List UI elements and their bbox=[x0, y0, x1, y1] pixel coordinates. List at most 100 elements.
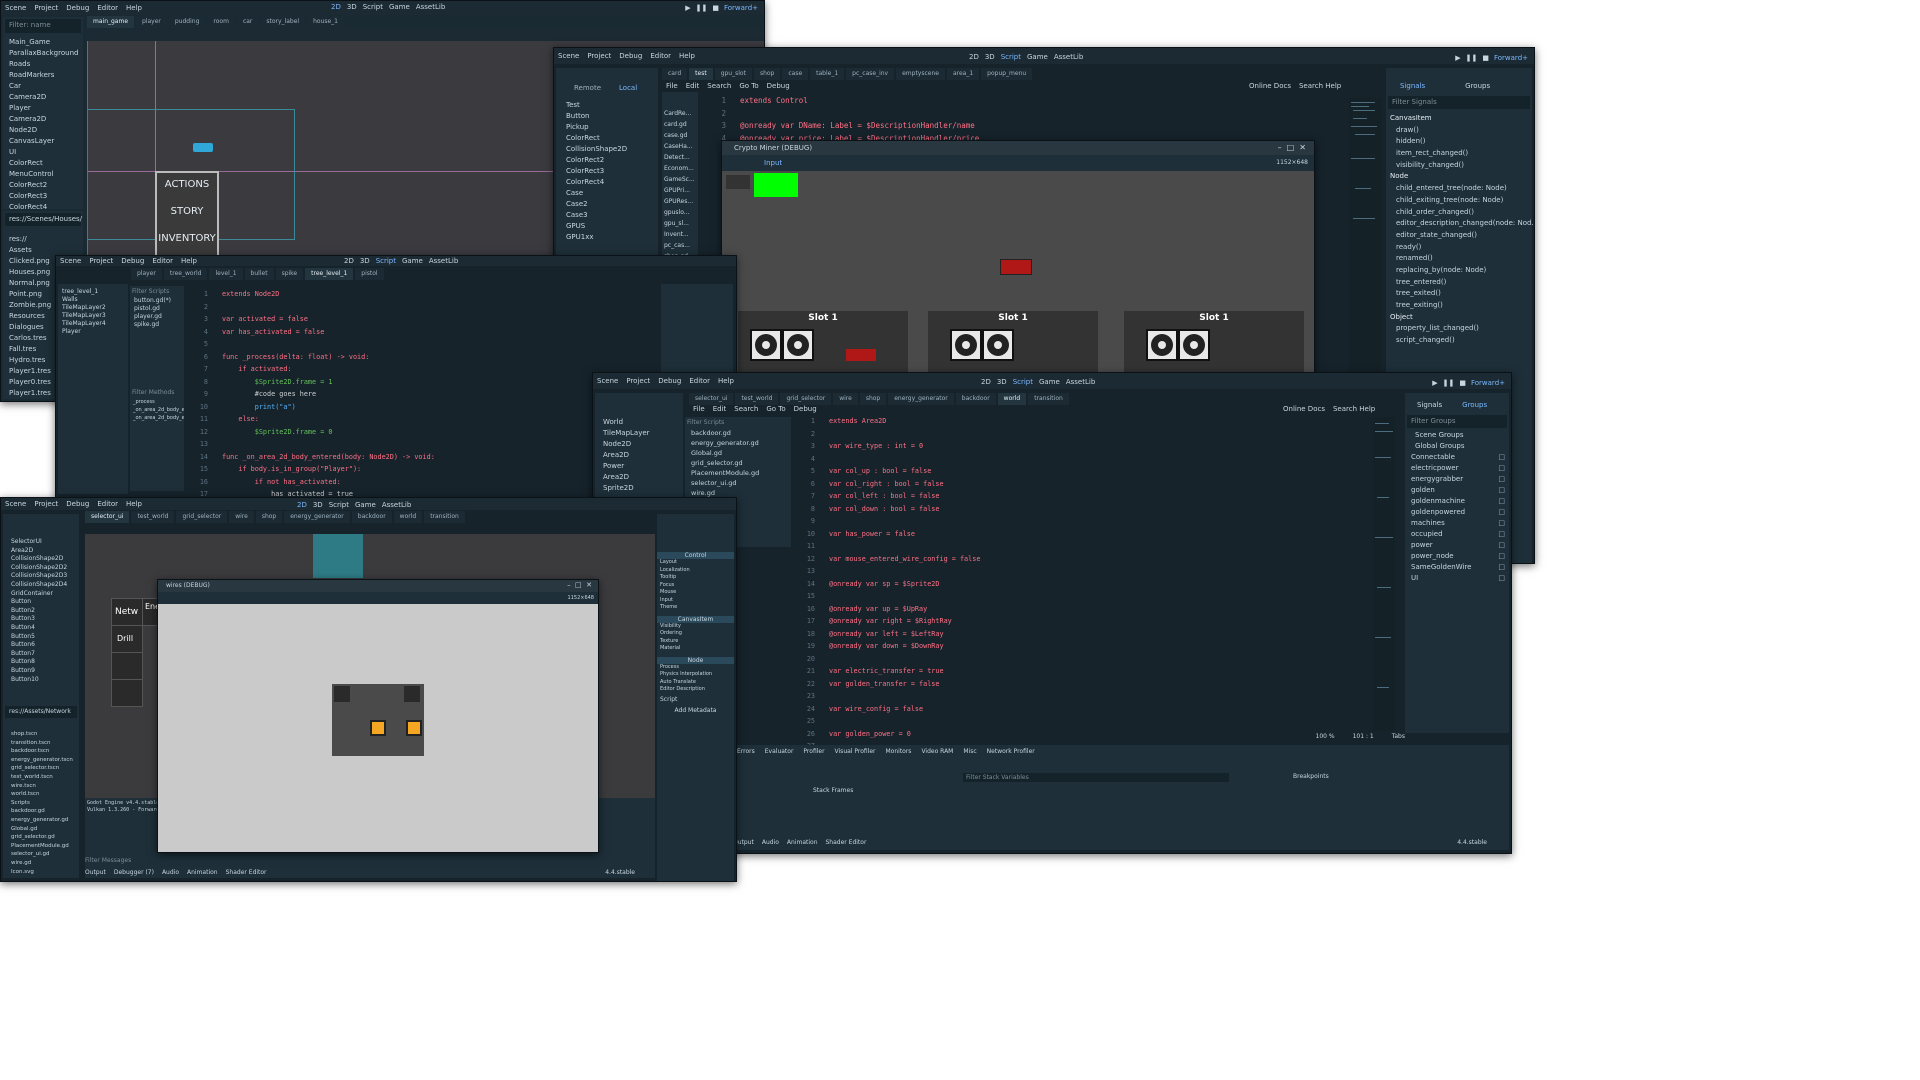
code-menu-item[interactable]: File bbox=[693, 405, 705, 413]
script-item[interactable]: card.gd bbox=[662, 119, 698, 130]
bottom-panel-tab[interactable]: Debugger (7) bbox=[114, 869, 154, 876]
file-item[interactable]: shop.tscn bbox=[3, 730, 79, 739]
code-text[interactable]: print("a") bbox=[222, 403, 296, 411]
scene-tree-item[interactable]: Pickup bbox=[556, 122, 658, 133]
scene-tree-item[interactable]: CollisionShape2D3 bbox=[3, 572, 79, 581]
scene-tree-item[interactable]: World bbox=[595, 417, 683, 428]
groups-tab[interactable]: Groups bbox=[1465, 82, 1490, 90]
method-item[interactable]: _process bbox=[130, 398, 184, 406]
scene-tab[interactable]: transition bbox=[1028, 393, 1069, 405]
remote-tab[interactable]: Remote bbox=[574, 84, 601, 92]
stack-variables-filter[interactable]: Filter Stack Variables bbox=[963, 773, 1229, 782]
code-menu-item[interactable]: Go To bbox=[766, 405, 785, 413]
scene-tab[interactable]: main_game bbox=[87, 16, 135, 28]
signal-item[interactable]: editor_description_changed(node: Nod... bbox=[1386, 218, 1534, 230]
group-item[interactable]: Connectable bbox=[1405, 452, 1509, 463]
script-item[interactable]: spike.gd bbox=[130, 321, 184, 329]
scene-tree-item[interactable]: CollisionShape2D bbox=[556, 144, 658, 155]
script-item[interactable]: player.gd bbox=[130, 313, 184, 321]
signal-item[interactable]: draw() bbox=[1386, 125, 1532, 137]
search-help-link[interactable]: Search Help bbox=[1333, 405, 1375, 413]
filter-scripts[interactable]: Filter Scripts bbox=[130, 286, 184, 297]
actions-label[interactable]: ACTIONS bbox=[157, 179, 217, 190]
workspace-assetlib[interactable]: AssetLib bbox=[1054, 53, 1083, 61]
script-item[interactable]: button.gd(*) bbox=[130, 297, 184, 305]
fs-path[interactable]: res://Scenes/Houses/ bbox=[5, 213, 82, 226]
script-item[interactable]: case.gd bbox=[662, 130, 698, 141]
scene-tree-item[interactable]: Walls bbox=[58, 296, 128, 304]
code-text[interactable]: @onready var right = $RightRay bbox=[829, 617, 952, 625]
scene-tab[interactable]: player bbox=[131, 268, 162, 280]
signal-item[interactable]: child_entered_tree(node: Node) bbox=[1386, 183, 1532, 195]
scene-tab[interactable]: room bbox=[207, 16, 235, 28]
scene-tree-item[interactable]: Button4 bbox=[3, 624, 79, 633]
global-groups-header[interactable]: Global Groups bbox=[1405, 441, 1509, 452]
scene-tab[interactable]: gpu_slot bbox=[714, 68, 752, 80]
group-item[interactable]: occupied bbox=[1405, 529, 1509, 540]
inspector-section[interactable]: Mouse bbox=[657, 589, 734, 597]
scene-tree-item[interactable]: CanvasLayer bbox=[3, 136, 83, 147]
workspace-script[interactable]: Script bbox=[376, 257, 396, 265]
code-menu-item[interactable]: Debug bbox=[767, 82, 790, 90]
menu-help[interactable]: Help bbox=[126, 500, 142, 508]
signals-filter[interactable]: Filter Signals bbox=[1388, 96, 1530, 109]
scene-tree-item[interactable]: TileMapLayer2 bbox=[58, 304, 128, 312]
code-text[interactable]: func _on_area_2d_body_entered(body: Node… bbox=[222, 453, 435, 461]
code-menu-item[interactable]: Go To bbox=[739, 82, 758, 90]
menu-help[interactable]: Help bbox=[718, 377, 734, 385]
scene-tree-item[interactable]: Button10 bbox=[3, 676, 79, 685]
signal-item[interactable]: visibility_changed() bbox=[1386, 160, 1532, 172]
script-item[interactable]: gpu_sl... bbox=[662, 218, 698, 229]
pause-icon[interactable]: ❚❚ bbox=[696, 4, 708, 12]
bottom-panel-tab[interactable]: Shader Editor bbox=[826, 839, 867, 846]
scene-groups-header[interactable]: Scene Groups bbox=[1405, 430, 1509, 441]
workspace-game[interactable]: Game bbox=[355, 501, 376, 509]
workspace-script[interactable]: Script bbox=[1001, 53, 1021, 61]
code-text[interactable]: extends Control bbox=[740, 96, 808, 105]
workspace-game[interactable]: Game bbox=[402, 257, 423, 265]
code-text[interactable]: var mouse_entered_wire_config = false bbox=[829, 555, 980, 563]
workspace-2d[interactable]: 2D bbox=[297, 501, 307, 509]
debugger-tab[interactable]: Evaluator bbox=[765, 748, 794, 755]
menu-debug[interactable]: Debug bbox=[66, 4, 89, 12]
menu-scene[interactable]: Scene bbox=[60, 257, 81, 265]
scene-tree-item[interactable]: Camera2D bbox=[3, 114, 83, 125]
scene-tab[interactable]: case bbox=[782, 68, 809, 80]
scene-tree-item[interactable]: ParallaxBackground bbox=[3, 48, 83, 59]
groups-filter[interactable]: Filter Groups bbox=[1407, 415, 1507, 428]
scene-tree-item[interactable]: GPUS bbox=[556, 221, 658, 232]
stop-icon[interactable]: ■ bbox=[1459, 379, 1466, 387]
debugger-tab[interactable]: Visual Profiler bbox=[835, 748, 876, 755]
code-text[interactable]: var wire_config = false bbox=[829, 705, 923, 713]
scene-tree-item[interactable]: Button3 bbox=[3, 615, 79, 624]
code-menu-item[interactable]: Edit bbox=[686, 82, 700, 90]
scene-tree-item[interactable]: ColorRect bbox=[3, 158, 83, 169]
renderer-label[interactable]: Forward+ bbox=[1471, 379, 1505, 387]
menu-debug[interactable]: Debug bbox=[66, 500, 89, 508]
signal-item[interactable]: tree_exiting() bbox=[1386, 300, 1532, 312]
script-item[interactable]: Global.gd bbox=[685, 448, 791, 458]
play-icon[interactable]: ▶ bbox=[685, 4, 690, 12]
group-item[interactable]: power bbox=[1405, 540, 1509, 551]
scene-tree-item[interactable]: Camera2D bbox=[3, 92, 83, 103]
script-item[interactable]: pc_cas... bbox=[662, 240, 698, 251]
inspector-section[interactable]: Input bbox=[657, 597, 734, 605]
script-item[interactable]: backdoor.gd bbox=[685, 428, 791, 438]
scene-tree-item[interactable]: CollisionShape2D bbox=[3, 555, 79, 564]
signal-item[interactable]: script_changed() bbox=[1386, 335, 1532, 347]
code-text[interactable]: var wire_type : int = 0 bbox=[829, 442, 923, 450]
file-item[interactable]: Global.gd bbox=[3, 825, 79, 834]
inspector-section[interactable]: Auto Translate bbox=[657, 679, 734, 687]
file-item[interactable]: grid_selector.tscn bbox=[3, 764, 79, 773]
filter-messages[interactable]: Filter Messages bbox=[85, 857, 131, 864]
input-button[interactable]: Input bbox=[764, 159, 782, 167]
code-text[interactable]: $Sprite2D.frame = 0 bbox=[222, 428, 333, 436]
scene-tree-item[interactable]: Button5 bbox=[3, 633, 79, 642]
workspace-3d[interactable]: 3D bbox=[347, 3, 357, 11]
scene-tree-item[interactable]: Area2D bbox=[595, 472, 683, 483]
scene-tab[interactable]: wire bbox=[833, 393, 858, 405]
fs-path[interactable]: res://Assets/Network bbox=[5, 706, 77, 718]
menu-help[interactable]: Help bbox=[181, 257, 197, 265]
scene-tree-item[interactable]: Button bbox=[3, 598, 79, 607]
debugger-tab[interactable]: Profiler bbox=[803, 748, 824, 755]
